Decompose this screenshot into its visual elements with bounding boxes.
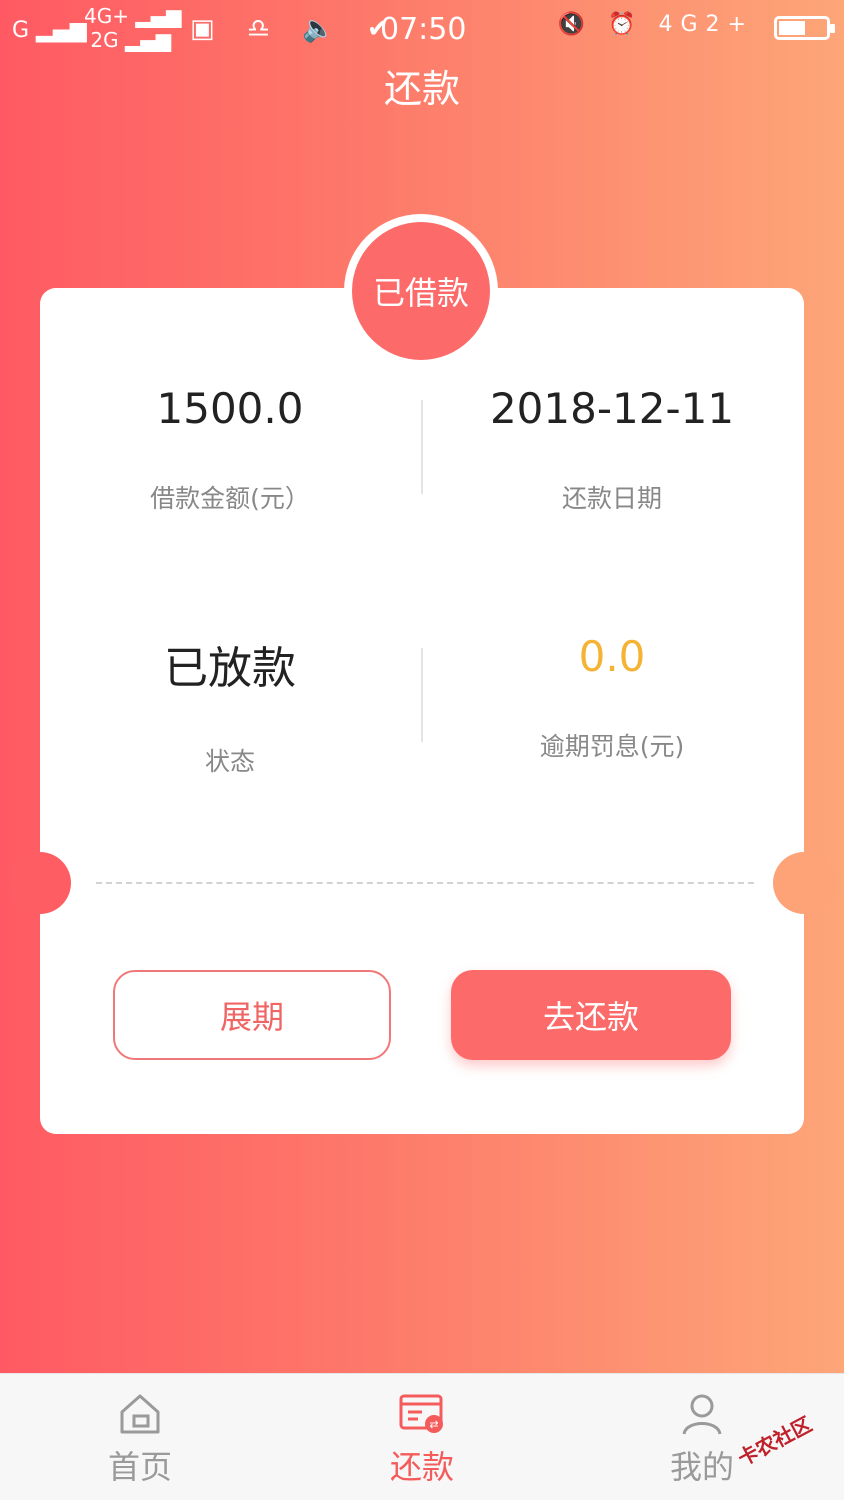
home-icon [120,1394,160,1434]
tab-bar: 首页 ⇄ 还款 我的 [0,1373,844,1500]
signal-indicator: G ▂▄▆ [12,18,87,43]
status-cell: 已放款 状态 [40,632,420,778]
network-top: 4G+ [84,4,129,28]
penalty-value: 0.0 [578,632,646,681]
page-title: 还款 [383,67,460,111]
tab-repay-label: 还款 [389,1448,454,1486]
status-label: 状态 [204,747,255,776]
repay-date-label: 还款日期 [561,484,662,513]
loan-amount-label: 借款金额(元） [150,484,310,513]
tab-repay[interactable]: ⇄ 还款 [332,1374,512,1488]
tab-home-label: 首页 [107,1448,172,1486]
status-right-icons: 🔇 ⏰ 4G2+ [557,12,754,37]
notification-icons: ▣ ♎ 🔈 ✔ [190,14,401,44]
network-indicator: 4G+ ▂▄▆ 2G ▂▄▆ [84,4,182,52]
network-bottom: 2G [90,28,119,52]
bill-icon: ⇄ [399,1394,443,1433]
repay-date-cell: 2018-12-11 还款日期 [422,384,802,515]
user-icon [682,1394,722,1435]
penalty-cell: 0.0 逾期罚息(元) [422,632,802,763]
status-badge: 已借款 [352,222,490,360]
ticket-notch-right [773,852,835,914]
svg-text:⇄: ⇄ [429,1418,438,1431]
repay-date-value: 2018-12-11 [489,384,735,433]
loan-amount-cell: 1500.0 借款金额(元） [40,384,420,515]
battery-icon [774,16,835,40]
extend-button[interactable]: 展期 [113,970,391,1060]
penalty-label: 逾期罚息(元) [539,732,685,761]
status-value: 已放款 [164,643,296,694]
status-time: 07:50 [380,12,467,47]
tab-home[interactable]: 首页 [50,1374,230,1488]
dashed-separator [96,882,754,884]
loan-amount-value: 1500.0 [156,384,304,433]
pay-button[interactable]: 去还款 [451,970,731,1060]
ticket-notch-left [9,852,71,914]
status-bar: G ▂▄▆ 4G+ ▂▄▆ 2G ▂▄▆ ▣ ♎ 🔈 ✔ 07:50 🔇 ⏰ 4… [0,0,844,56]
